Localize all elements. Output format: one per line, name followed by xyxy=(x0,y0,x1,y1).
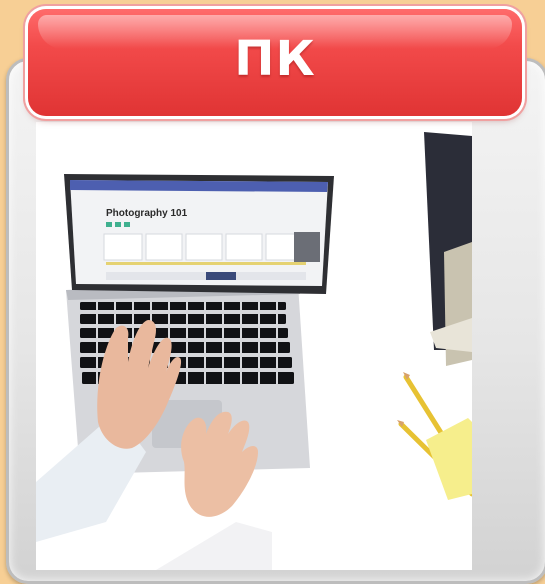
sticky-note xyxy=(426,418,472,500)
laptop-screen: Photography 101 xyxy=(64,174,334,294)
laptop-photo: Photography 101 xyxy=(36,122,472,570)
notebook-stack xyxy=(424,132,472,366)
title-banner: ПК xyxy=(28,9,522,116)
screen-course-title: Photography 101 xyxy=(106,208,188,219)
banner-title: ПК xyxy=(234,31,316,87)
